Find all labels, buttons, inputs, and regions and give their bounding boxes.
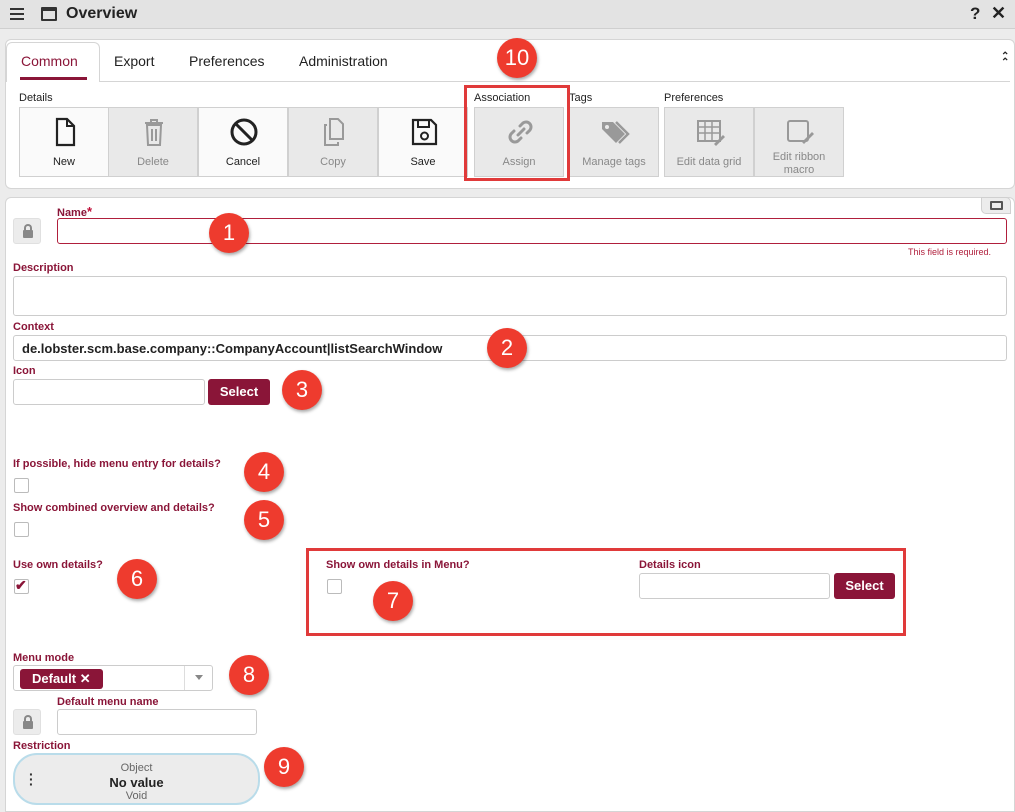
- edit-data-grid-button-label: Edit data grid: [676, 156, 742, 168]
- annotation-badge-5: 5: [244, 500, 284, 540]
- use-own-details-checkbox[interactable]: ✔: [14, 577, 29, 594]
- restriction-data-type: Void: [125, 790, 148, 802]
- hamburger-menu-icon[interactable]: [9, 5, 27, 23]
- grid-edit-icon: [697, 120, 725, 146]
- tab-strip-divider: [100, 81, 1010, 82]
- edit-ribbon-macro-button-label: Edit ribbon macro: [772, 151, 826, 176]
- form-panel: Name* This field is required. Descriptio…: [5, 197, 1015, 812]
- chip-remove-icon[interactable]: ✕: [80, 671, 91, 686]
- default-menu-name-label: Default menu name: [57, 696, 159, 708]
- collapse-ribbon-icon[interactable]: ⌃ ⌃: [1001, 52, 1009, 68]
- tab-administration[interactable]: Administration: [299, 53, 388, 69]
- save-button[interactable]: Save: [378, 107, 468, 177]
- name-label: Name*: [57, 204, 93, 219]
- cancel-button[interactable]: Cancel: [198, 107, 288, 177]
- icon-label: Icon: [13, 365, 36, 377]
- new-button[interactable]: New: [19, 107, 109, 177]
- hide-menu-checkbox[interactable]: [14, 478, 29, 493]
- title-bar: Overview ? ✕: [0, 0, 1015, 29]
- active-tab-indicator: [20, 77, 87, 80]
- copy-icon: [324, 118, 344, 146]
- description-label: Description: [13, 262, 74, 274]
- cancel-icon: [230, 118, 258, 146]
- document-icon: [55, 117, 76, 147]
- name-input[interactable]: [57, 218, 1007, 244]
- annotation-badge-2: 2: [487, 328, 527, 368]
- restriction-object-type: Object: [120, 762, 153, 774]
- group-label-tags: Tags: [569, 92, 593, 104]
- annotation-badge-4: 4: [244, 452, 284, 492]
- group-label-details: Details: [19, 92, 53, 104]
- checkmark-icon: ✔: [15, 577, 27, 593]
- annotation-badge-1: 1: [209, 213, 249, 253]
- cancel-button-label: Cancel: [225, 156, 261, 168]
- name-error-message: This field is required.: [908, 247, 992, 257]
- group-label-preferences: Preferences: [664, 92, 724, 104]
- tab-common[interactable]: Common: [21, 53, 78, 69]
- use-own-details-label: Use own details?: [13, 559, 103, 571]
- combined-overview-label: Show combined overview and details?: [13, 502, 215, 514]
- annotation-badge-10: 10: [497, 38, 537, 78]
- copy-button-label: Copy: [320, 156, 346, 168]
- delete-button[interactable]: Delete: [108, 107, 198, 177]
- trash-icon: [145, 119, 163, 146]
- help-icon[interactable]: ?: [970, 4, 980, 24]
- annotation-box-assign: [464, 85, 570, 181]
- annotation-badge-6: 6: [117, 559, 157, 599]
- restriction-label: Restriction: [13, 740, 71, 752]
- chevron-down-icon[interactable]: [184, 666, 212, 690]
- close-icon[interactable]: ✕: [991, 3, 1006, 24]
- description-input[interactable]: [13, 276, 1007, 316]
- restriction-value: No value: [109, 775, 164, 790]
- tab-export[interactable]: Export: [114, 53, 154, 69]
- edit-ribbon-macro-button[interactable]: Edit ribbon macro: [754, 107, 844, 177]
- restriction-field[interactable]: · · · Object No value Void: [13, 753, 260, 805]
- manage-tags-button-label: Manage tags: [582, 156, 646, 168]
- icon-input[interactable]: [13, 379, 205, 405]
- menu-mode-combobox[interactable]: Default ✕: [13, 665, 213, 691]
- default-menu-name-lock-button[interactable]: [13, 709, 41, 735]
- default-menu-name-input[interactable]: [57, 709, 257, 735]
- hide-menu-label: If possible, hide menu entry for details…: [13, 458, 221, 470]
- annotation-badge-3: 3: [282, 370, 322, 410]
- window-title: Overview: [66, 5, 138, 22]
- save-button-label: Save: [410, 156, 436, 168]
- tags-icon: [602, 121, 630, 144]
- context-label: Context: [13, 321, 54, 333]
- menu-mode-label: Menu mode: [13, 652, 75, 664]
- screen-settings-icon[interactable]: [981, 197, 1011, 214]
- icon-select-button[interactable]: Select: [208, 379, 270, 405]
- edit-data-grid-button[interactable]: Edit data grid: [664, 107, 754, 177]
- new-button-label: New: [52, 156, 75, 168]
- name-lock-button[interactable]: [13, 218, 41, 244]
- window-icon: [41, 7, 57, 21]
- annotation-badge-9: 9: [264, 747, 304, 787]
- annotation-badge-8: 8: [229, 655, 269, 695]
- edit-square-icon: [787, 120, 814, 144]
- combined-overview-checkbox[interactable]: [14, 522, 29, 537]
- save-icon: [411, 118, 438, 146]
- delete-button-label: Delete: [137, 156, 169, 168]
- manage-tags-button[interactable]: Manage tags: [569, 107, 659, 177]
- menu-mode-chip: Default ✕: [20, 669, 103, 689]
- annotation-badge-7: 7: [373, 581, 413, 621]
- copy-button[interactable]: Copy: [288, 107, 378, 177]
- tab-preferences[interactable]: Preferences: [189, 53, 264, 69]
